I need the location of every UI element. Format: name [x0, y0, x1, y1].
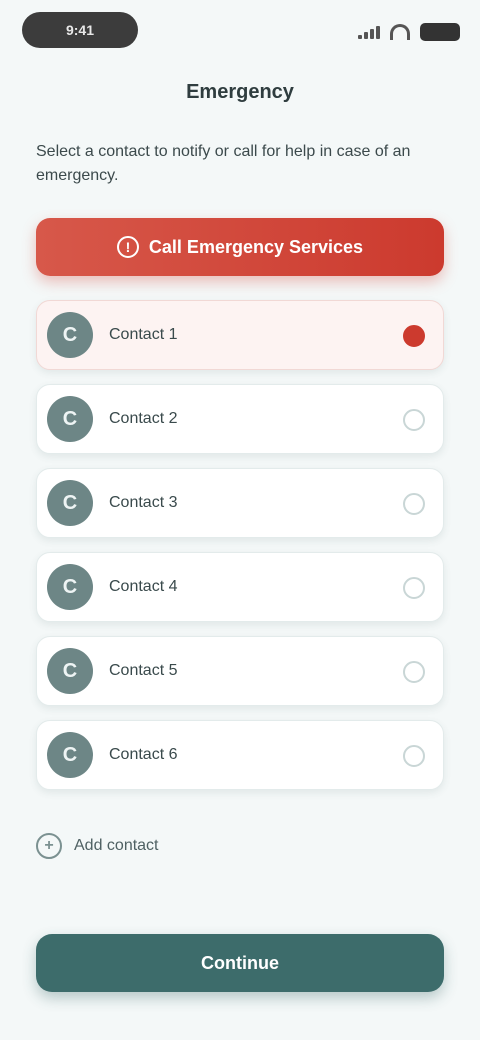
page-title: Emergency: [186, 80, 294, 103]
avatar: C: [47, 396, 93, 442]
status-bar: 9:41: [0, 0, 480, 64]
emergency-call-button[interactable]: ! Call Emergency Services: [36, 218, 444, 276]
battery-icon: [420, 23, 460, 41]
instruction-text: Select a contact to notify or call for h…: [36, 143, 411, 184]
contact-option[interactable]: C Contact 4: [36, 552, 444, 622]
contact-option[interactable]: C Contact 6: [36, 720, 444, 790]
avatar: C: [47, 312, 93, 358]
wifi-icon: [390, 24, 410, 40]
contact-option-label: Contact 1: [109, 326, 178, 343]
cellular-signal-icon: [358, 25, 380, 39]
radio-icon[interactable]: [403, 493, 425, 515]
plus-icon: +: [36, 833, 62, 859]
contact-option-label: Contact 5: [109, 662, 178, 679]
contact-list: C Contact 1 C Contact 2 C Contact 3 C Co…: [36, 300, 444, 790]
avatar: C: [47, 648, 93, 694]
status-icons: [358, 20, 460, 44]
radio-icon[interactable]: [403, 325, 425, 347]
add-contact-link[interactable]: + Add contact: [36, 828, 336, 864]
radio-icon[interactable]: [403, 661, 425, 683]
contact-option[interactable]: C Contact 2: [36, 384, 444, 454]
contact-option-label: Contact 4: [109, 578, 178, 595]
add-contact-label: Add contact: [74, 837, 159, 854]
radio-icon[interactable]: [403, 577, 425, 599]
contact-option-label: Contact 3: [109, 494, 178, 511]
header: Emergency: [0, 64, 480, 120]
emergency-call-label: Call Emergency Services: [148, 236, 364, 257]
avatar: C: [47, 564, 93, 610]
contact-option[interactable]: C Contact 1: [36, 300, 444, 370]
alert-icon: !: [116, 236, 139, 258]
contact-option[interactable]: C Contact 3: [36, 468, 444, 538]
radio-icon[interactable]: [403, 409, 425, 431]
avatar: C: [47, 480, 93, 526]
contact-option-label: Contact 6: [109, 746, 178, 763]
contact-option[interactable]: C Contact 5: [36, 636, 444, 706]
continue-button[interactable]: Continue: [36, 934, 444, 992]
contact-option-label: Contact 2: [109, 410, 178, 427]
avatar: C: [47, 732, 93, 778]
status-time: 9:41: [22, 12, 138, 48]
radio-icon[interactable]: [403, 745, 425, 767]
